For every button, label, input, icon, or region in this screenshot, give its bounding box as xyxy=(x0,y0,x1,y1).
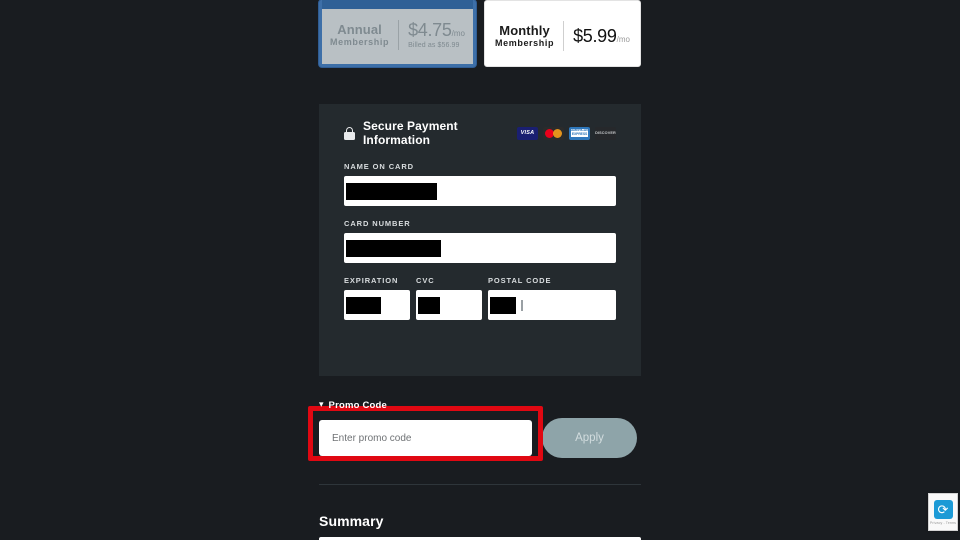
promo-code-row: Enter promo code Apply xyxy=(319,418,641,458)
promo-code-toggle[interactable]: ▾ Promo Code xyxy=(319,398,641,412)
field-group-card-number: CARD NUMBER xyxy=(344,219,616,263)
cvc-label: CVC xyxy=(416,276,435,285)
plan-price-monthly: $5.99/mo xyxy=(573,26,630,47)
cvc-input[interactable] xyxy=(416,290,482,320)
promo-code-section: ▾ Promo Code Enter promo code Apply xyxy=(308,398,641,461)
accepted-card-logos: VISA AMERICAN EXPRESS DISCOVER xyxy=(517,126,616,140)
redaction-bar xyxy=(490,296,516,314)
plan-divider xyxy=(398,19,400,50)
plan-billed-note-annual: Billed as $56.99 xyxy=(408,42,460,49)
plan-card-monthly[interactable]: Monthly Membership $5.99/mo xyxy=(484,0,641,67)
plan-banner-annual xyxy=(322,0,473,9)
redaction-bar xyxy=(418,296,440,314)
visa-logo: VISA xyxy=(517,126,538,140)
plan-subtitle-monthly: Membership xyxy=(495,38,555,49)
field-row-expiration-cvc-postal: EXPIRATION CVC POSTAL CODE xyxy=(344,276,616,333)
redaction-bar xyxy=(346,296,381,314)
plan-price-period-annual: /mo xyxy=(451,29,465,38)
checkout-page: Annual Membership $4.75/mo Billed as $56… xyxy=(0,0,960,540)
expiration-input[interactable] xyxy=(344,290,410,320)
plan-price-amount-annual: $4.75 xyxy=(408,20,452,40)
field-group-expiration: EXPIRATION xyxy=(344,276,410,333)
recaptcha-badge[interactable]: ⟳ Privacy - Terms xyxy=(928,493,958,531)
amex-logo: AMERICAN EXPRESS xyxy=(569,126,590,140)
field-group-name-on-card: NAME ON CARD xyxy=(344,162,616,206)
plan-selector: Annual Membership $4.75/mo Billed as $56… xyxy=(319,0,641,70)
redaction-bar xyxy=(346,239,441,257)
name-on-card-input[interactable] xyxy=(344,176,616,206)
payment-panel-title: Secure Payment Information xyxy=(363,119,458,147)
card-number-input[interactable] xyxy=(344,233,616,263)
field-group-cvc: CVC xyxy=(416,276,482,333)
plan-price-period-monthly: /mo xyxy=(616,34,630,44)
expiration-label: EXPIRATION xyxy=(344,276,399,285)
section-divider xyxy=(319,484,641,485)
name-on-card-label: NAME ON CARD xyxy=(344,162,414,171)
chevron-down-icon: ▾ xyxy=(319,398,324,409)
plan-card-annual[interactable]: Annual Membership $4.75/mo Billed as $56… xyxy=(319,0,476,67)
text-cursor xyxy=(521,299,523,311)
promo-code-input[interactable]: Enter promo code xyxy=(319,420,532,456)
postal-code-label: POSTAL CODE xyxy=(488,276,552,285)
plan-divider xyxy=(563,21,565,51)
lock-icon xyxy=(344,126,355,140)
amex-logo-line2: EXPRESS xyxy=(571,132,588,137)
plan-subtitle-annual: Membership xyxy=(330,36,390,47)
plan-price-annual: $4.75/mo xyxy=(408,20,465,41)
discover-logo: DISCOVER xyxy=(595,126,616,140)
field-group-postal-code: POSTAL CODE xyxy=(488,276,616,333)
postal-code-input[interactable] xyxy=(488,290,616,320)
card-number-label: CARD NUMBER xyxy=(344,219,411,228)
mastercard-logo xyxy=(543,126,564,140)
recaptcha-icon: ⟳ xyxy=(933,500,953,519)
promo-code-label: Promo Code xyxy=(328,399,388,411)
payment-panel-header: Secure Payment Information VISA AMERICAN… xyxy=(344,119,616,147)
secure-payment-panel: Secure Payment Information VISA AMERICAN… xyxy=(319,104,641,376)
recaptcha-privacy-terms[interactable]: Privacy - Terms xyxy=(930,521,956,525)
redaction-bar xyxy=(346,182,437,200)
plan-price-amount-monthly: $5.99 xyxy=(573,25,617,46)
apply-promo-button[interactable]: Apply xyxy=(542,418,637,458)
plan-name-annual: Annual xyxy=(337,21,382,37)
summary-heading: Summary xyxy=(319,513,384,529)
plan-name-monthly: Monthly xyxy=(499,23,550,39)
